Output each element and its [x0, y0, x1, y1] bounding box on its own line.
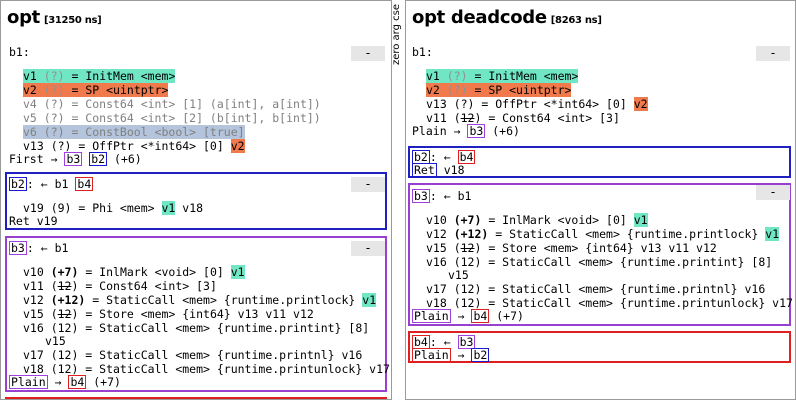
value-line-v13: v13 (?) = OffPtr <*int64> [0] v2 [23, 139, 245, 153]
pred-b1[interactable]: b1 [458, 189, 472, 203]
value-v2[interactable]: v2 (?) = SP <uintptr> [23, 83, 169, 97]
arg-v2[interactable]: v2 [633, 97, 648, 111]
value-line-v15[interactable]: v15 (12) = Store <mem> {int64} v13 v11 v… [23, 307, 314, 321]
control-kind-plain[interactable]: Plain [412, 348, 451, 362]
value-v6[interactable]: v6 (?) = ConstBool <bool> [true] [23, 125, 245, 139]
succ-b3[interactable]: b3 [64, 152, 83, 166]
control-kind-ret[interactable]: Ret [412, 163, 437, 177]
arg-v1[interactable]: v1 [230, 265, 245, 279]
value-line-v18[interactable]: v18 (12) = StaticCall <mem> {runtime.pri… [23, 362, 390, 376]
block-header-b1[interactable]: b1: [9, 45, 30, 59]
block-control-b2: Ret v18 [412, 163, 465, 177]
value-line-v10: v10 (+7) = InlMark <void> [0] v1 [426, 213, 648, 227]
pass-time: [8263 ns] [550, 15, 602, 26]
arg-v1[interactable]: v1 [161, 201, 176, 215]
value-v13[interactable]: v13 (?) = OffPtr <*int64> [0] [23, 139, 224, 153]
block-header-b2: b2: ← b4 [412, 150, 476, 164]
block-label-b3[interactable]: b3 [412, 189, 430, 203]
value-line-v5[interactable]: v5 (?) = Const64 <int> [2] (b[int], b[in… [23, 111, 321, 125]
pass-name: opt [7, 7, 40, 28]
block-control-b1: First → b3 b2 (+6) [9, 152, 142, 166]
value-line-v17[interactable]: v17 (12) = StaticCall <mem> {runtime.pri… [426, 282, 765, 296]
control-kind-plain[interactable]: Plain [9, 375, 48, 389]
value-line-v1: v1 (?) = InitMem <mem> [426, 69, 579, 83]
value-line-v11[interactable]: v11 (12) = Const64 <int> [3] [426, 111, 620, 125]
pred-b1[interactable]: b1 [55, 241, 69, 255]
pass-panel-opt-deadcode: opt deadcode [8263 ns] b1: - v1 (?) = Ini… [405, 0, 796, 400]
value-line-v10: v10 (+7) = InlMark <void> [0] v1 [23, 265, 245, 279]
ssa-viewer: opt [31250 ns] b1: - v1 (?) = InitMem <me… [0, 0, 796, 400]
arg-v1[interactable]: v1 [362, 293, 377, 307]
value-v13[interactable]: v13 (?) = OffPtr <*int64> [0] [426, 97, 627, 111]
value-line-v12: v12 (+12) = StaticCall <mem> {runtime.pr… [23, 293, 377, 307]
value-line-v6: v6 (?) = ConstBool <bool> [true] [23, 125, 245, 139]
collapse-button-b1[interactable]: - [756, 46, 790, 61]
value-line-v16-cont[interactable]: v15 [448, 268, 469, 282]
block-control-b3: Plain → b4 (+7) [412, 309, 524, 323]
collapsed-pass-label[interactable]: zero arg cse [391, 4, 406, 65]
succ-b2[interactable]: b2 [89, 152, 108, 166]
collapse-button-b2[interactable]: - [351, 177, 385, 192]
pred-b3[interactable]: b3 [457, 335, 476, 349]
arg-v1[interactable]: v1 [633, 213, 648, 227]
block-header-b4: b4: ← b3 [412, 335, 476, 349]
pass-name: opt deadcode [412, 7, 547, 28]
collapse-button-b3[interactable]: - [756, 185, 790, 200]
block-label-b4[interactable]: b4 [412, 335, 430, 349]
value-line-v15[interactable]: v15 (12) = Store <mem> {int64} v13 v11 v… [426, 241, 717, 255]
block-label-b2[interactable]: b2 [9, 177, 27, 191]
pred-b4[interactable]: b4 [75, 177, 94, 191]
collapse-button-b3[interactable]: - [351, 241, 385, 256]
block-header-b1[interactable]: b1: [412, 45, 433, 59]
pred-b4[interactable]: b4 [457, 150, 476, 164]
value-line-v2: v2 (?) = SP <uintptr> [426, 83, 572, 97]
arg-v2[interactable]: v2 [230, 139, 245, 153]
pass-time: [31250 ns] [43, 15, 102, 26]
value-v1[interactable]: v1 (?) = InitMem <mem> [23, 69, 176, 83]
ret-arg-v19[interactable]: v19 [37, 214, 58, 228]
value-v2[interactable]: v2 (?) = SP <uintptr> [426, 83, 572, 97]
arg-v1[interactable]: v1 [765, 227, 780, 241]
value-line-v1: v1 (?) = InitMem <mem> [23, 69, 176, 83]
block-control-b1: Plain → b3 (+6) [412, 124, 520, 138]
arg-v18[interactable]: v18 [182, 201, 203, 215]
value-v1[interactable]: v1 (?) = InitMem <mem> [426, 69, 579, 83]
value-line-v12: v12 (+12) = StaticCall <mem> {runtime.pr… [426, 227, 780, 241]
collapse-button-b1[interactable]: - [351, 46, 385, 61]
value-line-v18[interactable]: v18 (12) = StaticCall <mem> {runtime.pri… [426, 296, 793, 310]
succ-b3[interactable]: b3 [467, 124, 486, 138]
pass-title[interactable]: opt [31250 ns] [7, 7, 102, 28]
pass-title[interactable]: opt deadcode [8263 ns] [412, 7, 602, 28]
succ-b2[interactable]: b2 [471, 348, 490, 362]
pass-panel-opt: opt [31250 ns] b1: - v1 (?) = InitMem <me… [0, 0, 392, 400]
ret-arg-v18[interactable]: v18 [444, 163, 465, 177]
collapsed-pass-column[interactable]: zero arg cse [391, 0, 406, 400]
block-control-b2: Ret v19 [9, 214, 58, 228]
value-v19[interactable]: v19 (9) = Phi <mem> [23, 201, 155, 215]
value-line-v16[interactable]: v16 (12) = StaticCall <mem> {runtime.pri… [23, 321, 369, 335]
succ-b4[interactable]: b4 [68, 375, 87, 389]
succ-b4[interactable]: b4 [471, 309, 490, 323]
value-line-v2: v2 (?) = SP <uintptr> [23, 83, 169, 97]
value-line-v13: v13 (?) = OffPtr <*int64> [0] v2 [426, 97, 648, 111]
value-line-v17[interactable]: v17 (12) = StaticCall <mem> {runtime.pri… [23, 348, 362, 362]
block-header-b2: b2: ← b1 b4 [9, 177, 94, 191]
block-header-b3: b3: ← b1 [9, 241, 69, 255]
value-line-v11[interactable]: v11 (12) = Const64 <int> [3] [23, 279, 217, 293]
pred-b1[interactable]: b1 [55, 177, 69, 191]
block-control-b4: Plain → b2 [412, 348, 490, 362]
value-line-v16[interactable]: v16 (12) = StaticCall <mem> {runtime.pri… [426, 255, 772, 269]
value-line-v16-cont[interactable]: v15 [45, 334, 66, 348]
value-line-v19: v19 (9) = Phi <mem> v1 v18 [23, 201, 203, 215]
block-label-b2[interactable]: b2 [412, 150, 430, 164]
block-header-b3: b3: ← b1 [412, 189, 472, 203]
block-label-b3[interactable]: b3 [9, 241, 27, 255]
value-line-v4[interactable]: v4 (?) = Const64 <int> [1] (a[int], a[in… [23, 97, 321, 111]
block-control-b3: Plain → b4 (+7) [9, 375, 121, 389]
control-kind-plain[interactable]: Plain [412, 309, 451, 323]
